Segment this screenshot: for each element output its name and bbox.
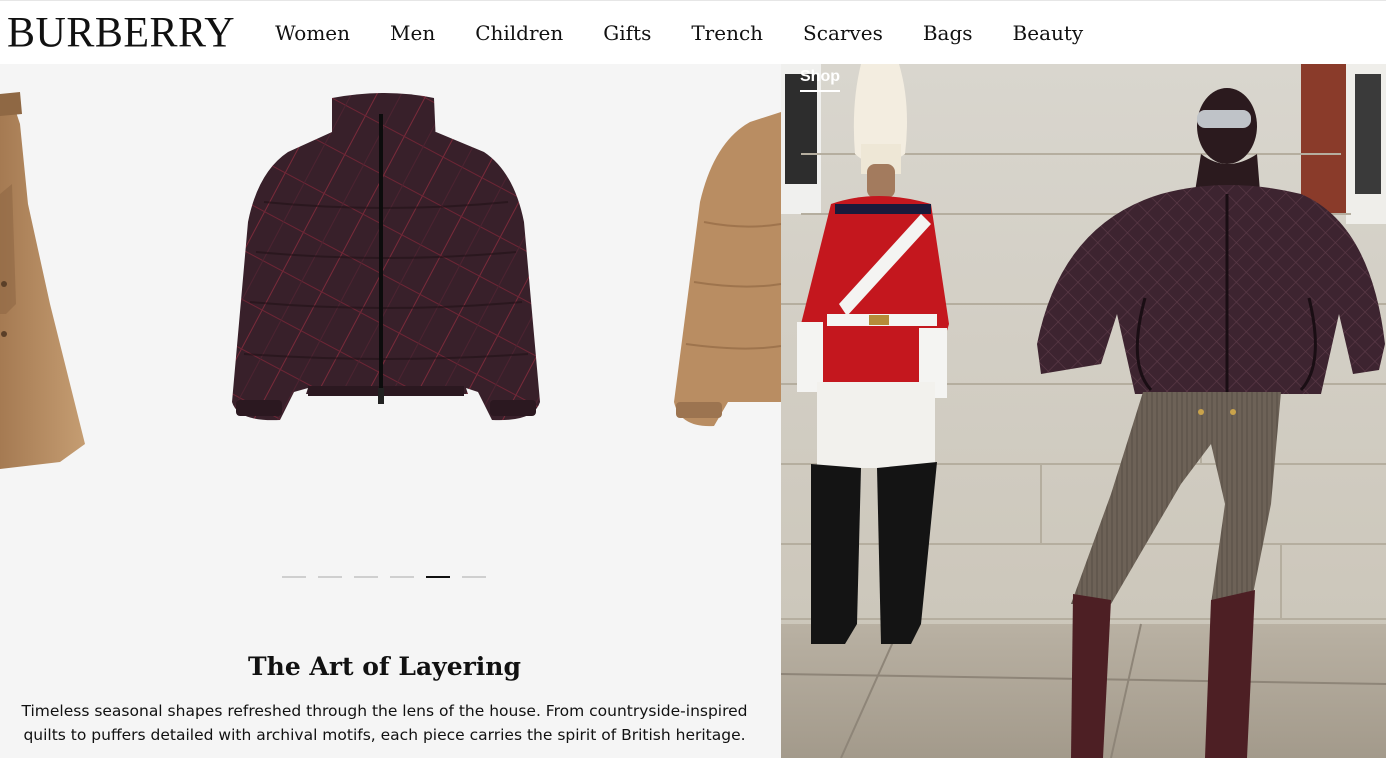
campaign-image-panel[interactable]: Shop (781, 64, 1386, 758)
nav-item-scarves[interactable]: Scarves (803, 21, 883, 45)
main-nav: Women Men Children Gifts Trench Scarves … (255, 21, 1103, 45)
product-carousel-panel: The Art of Layering Timeless seasonal sh… (0, 64, 781, 758)
carousel-pagination (282, 576, 486, 578)
product-image-check-puffer-jacket[interactable] (228, 92, 544, 438)
feature-title: The Art of Layering (248, 652, 521, 681)
feature-description: Timeless seasonal shapes refreshed throu… (21, 702, 748, 744)
site-header: BURBERRY Women Men Children Gifts Trench… (0, 0, 1386, 64)
product-image-camel-coat[interactable] (0, 84, 100, 474)
nav-item-trench[interactable]: Trench (691, 21, 763, 45)
carousel-dot-6[interactable] (462, 576, 486, 578)
nav-item-gifts[interactable]: Gifts (603, 21, 651, 45)
carousel-dot-2[interactable] (318, 576, 342, 578)
nav-item-children[interactable]: Children (475, 21, 563, 45)
campaign-photo (781, 64, 1386, 758)
nav-item-beauty[interactable]: Beauty (1013, 21, 1084, 45)
nav-item-men[interactable]: Men (390, 21, 435, 45)
feature-caption: The Art of Layering Timeless seasonal sh… (0, 652, 769, 747)
product-image-camel-puffer[interactable] (664, 112, 781, 432)
carousel-dot-4[interactable] (390, 576, 414, 578)
nav-item-bags[interactable]: Bags (923, 21, 973, 45)
nav-item-women[interactable]: Women (275, 21, 350, 45)
carousel-track[interactable] (0, 64, 781, 534)
shop-link[interactable]: Shop (800, 68, 840, 92)
carousel-dot-3[interactable] (354, 576, 378, 578)
carousel-dot-1[interactable] (282, 576, 306, 578)
brand-logo[interactable]: BURBERRY (7, 11, 235, 54)
carousel-dot-5-active[interactable] (426, 576, 450, 578)
